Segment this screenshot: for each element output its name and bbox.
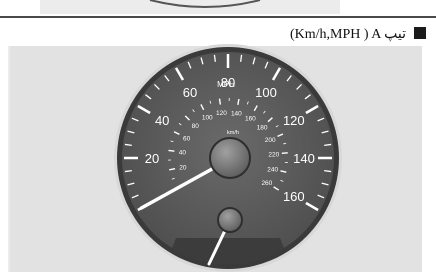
kmh-unit-label: km/h: [227, 130, 239, 136]
kmh-tick-label: 220: [268, 152, 279, 159]
mph-minor-tick: [124, 170, 132, 173]
mph-unit-label: MPH: [217, 80, 235, 89]
kmh-tick-label: 60: [183, 135, 191, 142]
mph-minor-tick: [324, 143, 332, 146]
kmh-tick-label: 100: [202, 114, 213, 121]
kmh-tick-label: 200: [265, 137, 276, 144]
mph-tick-label: 20: [145, 151, 159, 166]
mph-tick-label: 100: [255, 85, 277, 100]
mph-tick-label: 160: [283, 189, 305, 204]
kmh-tick-label: 120: [216, 110, 227, 117]
needle-hub: [209, 137, 251, 179]
speedometer-gauge: 2040608010012014016020406080100120 140160…: [114, 44, 342, 272]
kmh-tick-label: 140: [231, 110, 242, 117]
sub-gauge-hub: [217, 207, 243, 233]
kmh-tick-label: 20: [179, 165, 187, 172]
kmh-tick-label: 40: [179, 150, 187, 157]
kmh-tick-label: 180: [257, 125, 268, 132]
kmh-major-tick: [281, 152, 288, 155]
mph-tick-label: 140: [293, 151, 315, 166]
mph-tick-label: 60: [183, 85, 197, 100]
kmh-major-tick: [218, 98, 222, 105]
mph-tick-label: 40: [155, 113, 169, 128]
mph-tick-label: 120: [283, 113, 305, 128]
mph-minor-tick: [124, 143, 132, 146]
kmh-tick-label: 80: [192, 123, 200, 130]
mph-minor-tick: [324, 170, 332, 173]
kmh-tick-label: 160: [245, 115, 256, 122]
mph-minor-tick: [213, 54, 216, 62]
kmh-major-tick: [168, 149, 175, 152]
kmh-tick-label: 240: [267, 166, 278, 173]
kmh-tick-label: 260: [261, 180, 272, 187]
mph-minor-tick: [240, 54, 243, 62]
